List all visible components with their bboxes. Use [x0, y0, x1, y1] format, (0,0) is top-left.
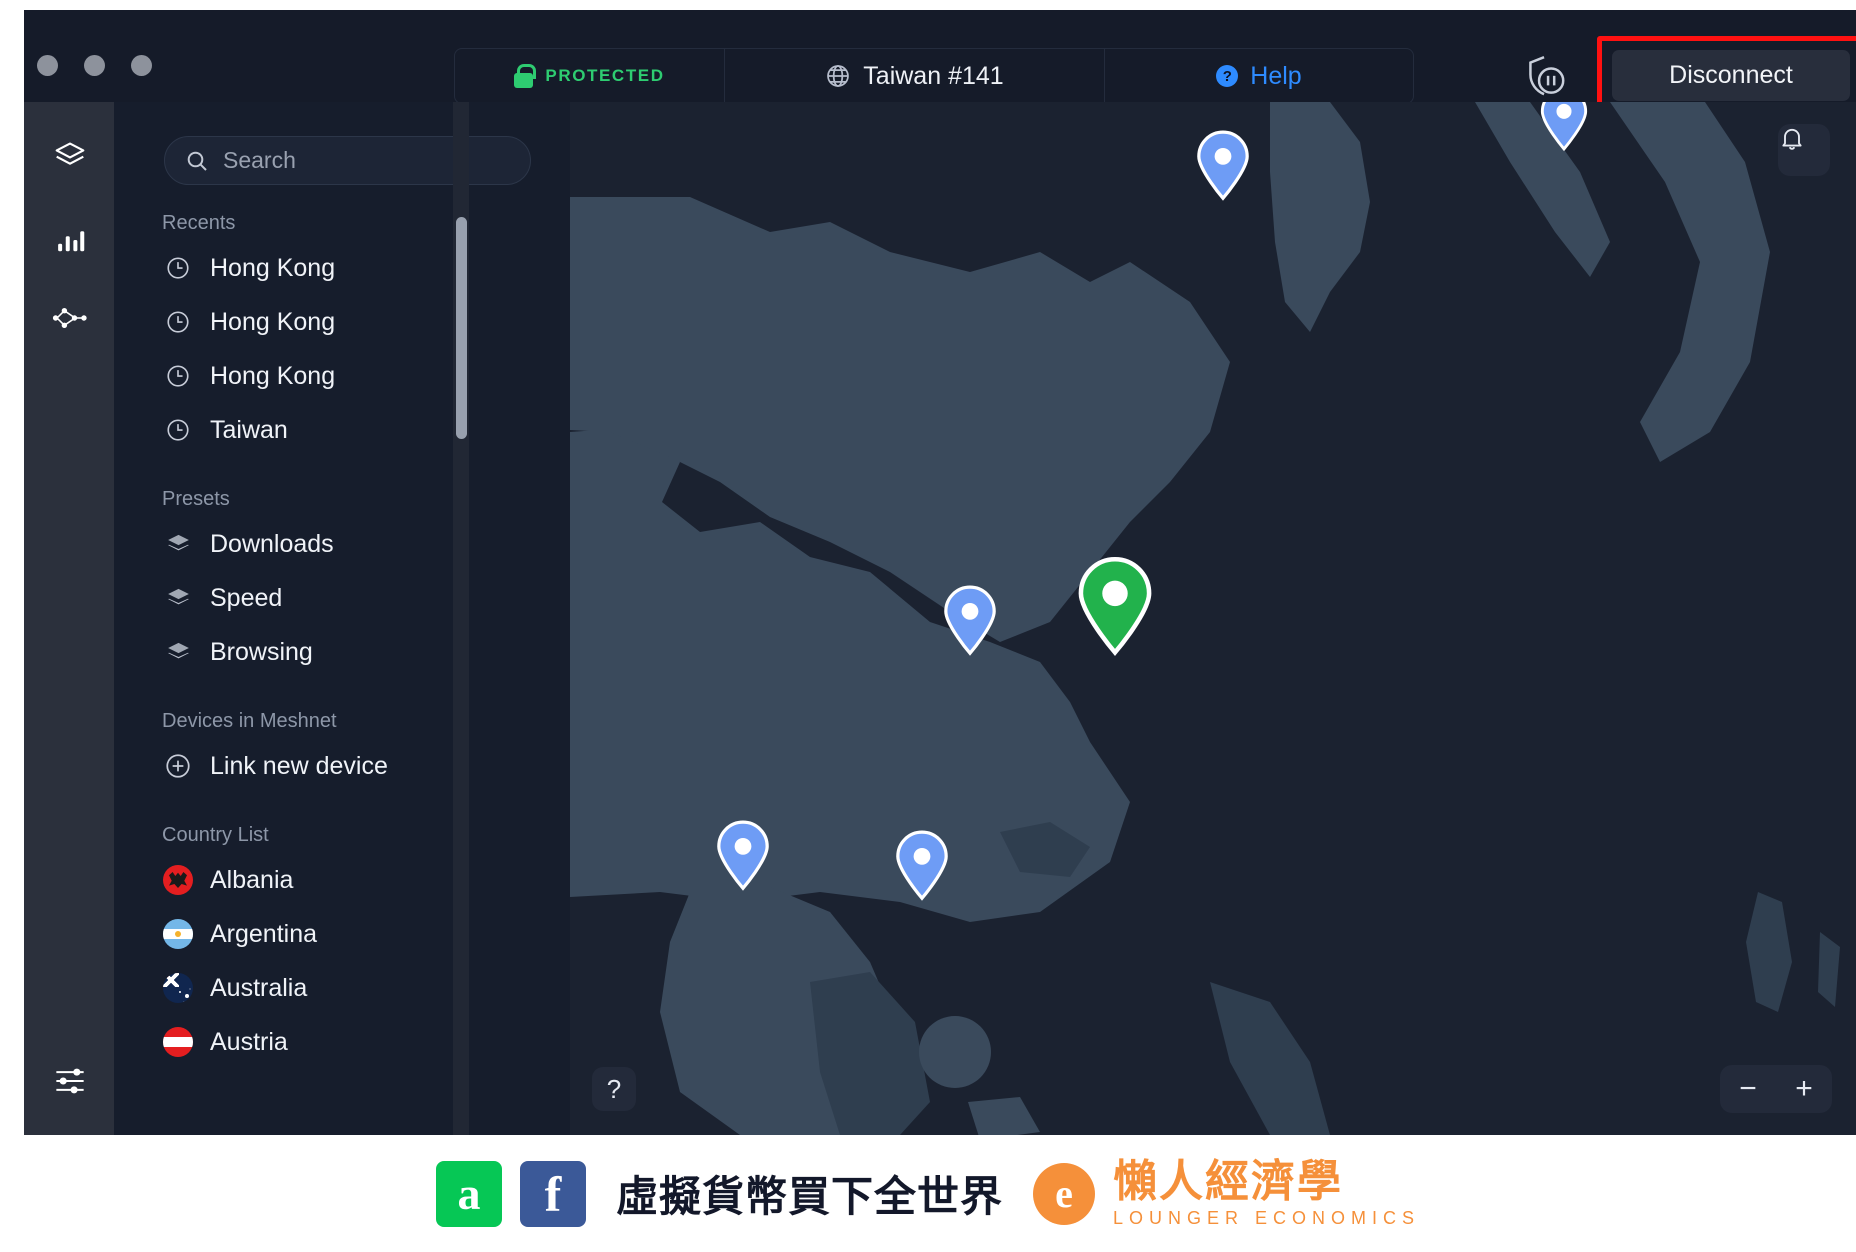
zoom-in-button[interactable]: +	[1795, 1074, 1813, 1104]
bar-chart-icon	[58, 231, 85, 252]
list-item-label: Hong Kong	[210, 253, 336, 282]
help-label: Help	[1250, 61, 1302, 90]
help-button[interactable]: ? Help	[1105, 48, 1413, 104]
line-icon[interactable]: a	[435, 1160, 502, 1227]
list-item-label: Speed	[210, 583, 283, 612]
meshnet-nodes-icon	[52, 307, 87, 329]
question-circle-icon: ?	[1216, 65, 1239, 87]
list-item-label: Hong Kong	[210, 307, 336, 336]
disconnect-button[interactable]: Disconnect	[1612, 50, 1850, 101]
list-item-label: Downloads	[210, 529, 334, 558]
layers-icon	[162, 531, 194, 558]
sliders-icon	[56, 1068, 84, 1094]
list-item[interactable]: Hong Kong	[114, 349, 570, 403]
notifications-button[interactable]	[1778, 124, 1830, 176]
footer-banner: a f 虛擬貨幣買下全世界 e 懶人經濟學 LOUNGER ECONOMICS	[0, 1135, 1856, 1252]
world-map[interactable]: ? − +	[570, 102, 1856, 1135]
list-item[interactable]: Speed	[114, 571, 570, 625]
country-item-austria[interactable]: Austria	[114, 1015, 570, 1069]
flag-austria-icon	[162, 1027, 194, 1057]
section-header-meshnet: Devices in Meshnet	[162, 709, 337, 732]
shield-pause-icon[interactable]	[1522, 53, 1568, 99]
country-item-albania[interactable]: Albania	[114, 853, 570, 907]
search-box[interactable]	[164, 136, 531, 185]
window-traffic-lights	[37, 55, 152, 76]
list-item-label: Hong Kong	[210, 361, 336, 390]
maximize-button[interactable]	[131, 55, 152, 76]
country-label: Australia	[210, 973, 308, 1002]
server-pin[interactable]	[714, 820, 772, 892]
screenshot-root: PROTECTED Taiwan #141 ? Help Disconnect …	[0, 0, 1856, 1252]
map-landmass-shapes	[570, 102, 1856, 1135]
brand-wordmark: 懶人經濟學 LOUNGER ECONOMICS	[1112, 1157, 1421, 1228]
brand-logo-icon: e	[1032, 1162, 1095, 1225]
clock-icon	[162, 309, 194, 335]
protection-status-label: PROTECTED	[545, 66, 665, 85]
country-item-australia[interactable]: Australia	[114, 961, 570, 1015]
flag-albania-icon	[162, 865, 194, 895]
map-help-button[interactable]: ?	[592, 1067, 636, 1111]
server-pin[interactable]	[941, 585, 999, 657]
list-scrollbar[interactable]	[453, 102, 469, 1135]
bell-icon	[1782, 128, 1802, 150]
status-group: PROTECTED Taiwan #141 ? Help	[454, 48, 1414, 104]
plus-circle-icon	[162, 752, 194, 780]
list-item[interactable]: Hong Kong	[114, 241, 570, 295]
layers-icon	[162, 639, 194, 666]
close-button[interactable]	[37, 55, 58, 76]
sidebar-item-vpn[interactable]	[50, 136, 90, 176]
server-list-panel: Recents Hong Kong Hong Kong	[114, 102, 570, 1135]
search-input[interactable]	[223, 147, 519, 174]
facebook-icon[interactable]: f	[519, 1160, 586, 1227]
lock-icon	[514, 64, 537, 88]
zoom-out-button[interactable]: −	[1739, 1074, 1757, 1104]
sidebar-item-meshnet[interactable]	[50, 298, 90, 338]
sidebar-item-settings[interactable]	[50, 1061, 90, 1101]
sidebar-item-stats[interactable]	[50, 220, 90, 260]
brand-name-cn: 懶人經濟學	[1112, 1157, 1343, 1206]
nordvpn-window: PROTECTED Taiwan #141 ? Help Disconnect …	[24, 10, 1856, 1135]
list-item[interactable]: Hong Kong	[114, 295, 570, 349]
country-label: Albania	[210, 865, 294, 894]
clock-icon	[162, 255, 194, 281]
section-header-country-list: Country List	[162, 823, 269, 846]
section-header-presets: Presets	[162, 487, 230, 510]
connected-server-pin[interactable]	[1074, 557, 1156, 657]
server-pin[interactable]	[1538, 102, 1590, 152]
server-pin[interactable]	[893, 830, 951, 902]
clock-icon	[162, 417, 194, 443]
flag-australia-icon	[162, 973, 194, 1003]
search-icon	[187, 151, 207, 171]
list-item[interactable]: Taiwan	[114, 403, 570, 457]
protection-status: PROTECTED	[455, 48, 725, 104]
server-pin[interactable]	[1194, 130, 1252, 202]
brand-name-en: LOUNGER ECONOMICS	[1112, 1208, 1421, 1228]
list-item-label: Browsing	[210, 637, 313, 666]
navigation-rail	[24, 102, 114, 1135]
flag-argentina-icon	[162, 919, 194, 949]
section-header-recents: Recents	[162, 211, 236, 234]
layers-icon	[162, 585, 194, 612]
scrollbar-thumb[interactable]	[456, 217, 467, 439]
list-scroll-area[interactable]: Recents Hong Kong Hong Kong Hong Kong Ta…	[114, 205, 570, 1135]
map-zoom-controls: − +	[1720, 1065, 1832, 1113]
list-item[interactable]: Downloads	[114, 517, 570, 571]
clock-icon	[162, 363, 194, 389]
country-item-argentina[interactable]: Argentina	[114, 907, 570, 961]
current-server-label: Taiwan #141	[863, 61, 1004, 90]
link-new-device-item[interactable]: Link new device	[114, 739, 570, 793]
country-label: Austria	[210, 1027, 288, 1056]
footer-cta-text: 虛擬貨幣買下全世界	[615, 1173, 1003, 1220]
layers-icon	[55, 142, 85, 165]
list-item-label: Taiwan	[210, 415, 288, 444]
title-bar: PROTECTED Taiwan #141 ? Help Disconnect	[24, 10, 1856, 115]
country-label: Argentina	[210, 919, 318, 948]
list-item[interactable]: Browsing	[114, 625, 570, 679]
minimize-button[interactable]	[84, 55, 105, 76]
current-server[interactable]: Taiwan #141	[725, 48, 1105, 104]
link-new-device-label: Link new device	[210, 751, 388, 780]
globe-icon	[827, 65, 850, 87]
